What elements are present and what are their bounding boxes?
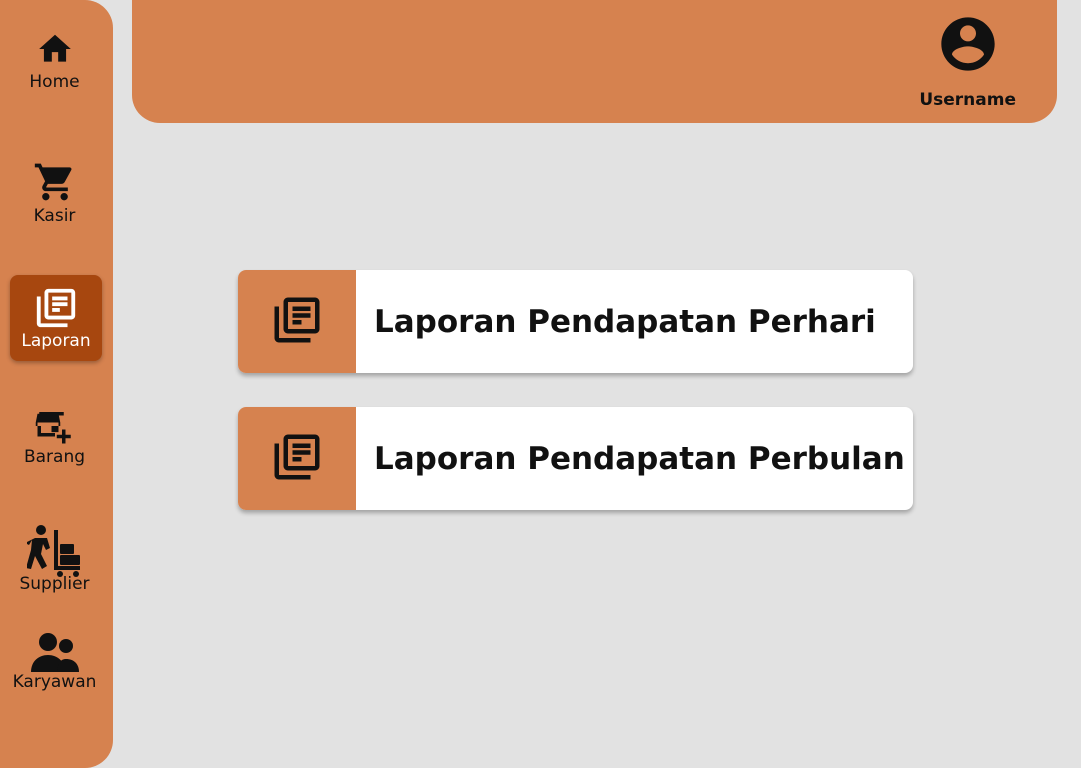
account-circle-icon	[936, 12, 1000, 80]
sidebar-item-supplier[interactable]: Supplier	[0, 524, 109, 594]
app-page: Home Kasir Laporan Barang Supplier Karya…	[0, 0, 1081, 768]
sidebar-item-label: Laporan	[21, 331, 91, 351]
sidebar-item-label: Kasir	[33, 206, 76, 226]
sidebar-item-label: Home	[29, 72, 80, 92]
report-card-title: Laporan Pendapatan Perbulan	[374, 440, 905, 477]
report-card-icon-box	[238, 270, 356, 373]
report-card-daily[interactable]: Laporan Pendapatan Perhari	[238, 270, 913, 373]
report-icon	[33, 285, 79, 331]
sidebar: Home Kasir Laporan Barang Supplier Karya…	[0, 0, 113, 768]
home-icon	[35, 30, 75, 68]
sidebar-item-label: Karyawan	[12, 672, 97, 692]
dolly-icon	[26, 524, 83, 578]
report-card-title: Laporan Pendapatan Perhari	[374, 303, 876, 340]
username-label: Username	[919, 90, 1016, 110]
user-menu[interactable]: Username	[919, 12, 1016, 110]
sidebar-item-kasir[interactable]: Kasir	[0, 160, 109, 226]
top-header: Username	[132, 0, 1057, 123]
sidebar-item-barang[interactable]: Barang	[0, 405, 109, 467]
sidebar-item-home[interactable]: Home	[0, 30, 109, 92]
sidebar-item-label: Supplier	[19, 574, 90, 594]
report-card-icon-box	[238, 407, 356, 510]
report-icon	[270, 430, 324, 488]
people-icon	[30, 630, 79, 674]
report-card-monthly[interactable]: Laporan Pendapatan Perbulan	[238, 407, 913, 510]
sidebar-item-label: Barang	[23, 447, 86, 467]
sidebar-item-karyawan[interactable]: Karyawan	[0, 630, 109, 692]
report-icon	[270, 293, 324, 351]
sidebar-item-laporan[interactable]: Laporan	[10, 275, 102, 361]
store-add-icon	[31, 405, 79, 447]
cart-icon	[32, 160, 78, 204]
